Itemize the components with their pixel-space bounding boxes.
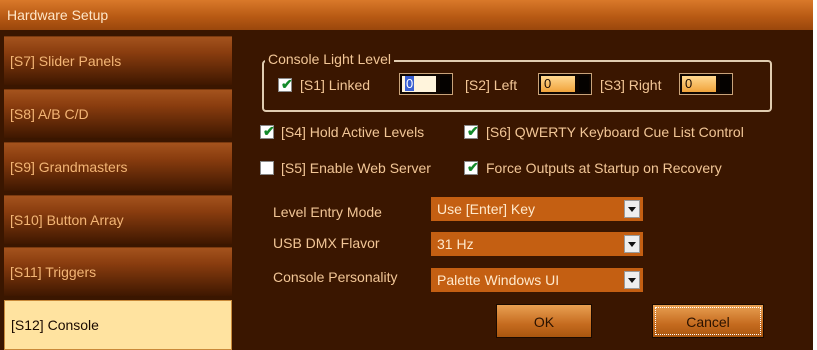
spinner-handle-icon[interactable]: [440, 76, 450, 92]
linked-label: [S1] Linked: [300, 77, 371, 93]
chevron-down-icon[interactable]: [624, 271, 640, 289]
level-entry-mode-select[interactable]: Use [Enter] Key: [430, 196, 644, 222]
qwerty-cue-list-checkbox[interactable]: ✔: [464, 123, 479, 139]
linked-level-spinner[interactable]: 0: [399, 73, 453, 95]
console-personality-label: Console Personality: [273, 269, 398, 285]
web-server-checkbox[interactable]: [260, 161, 274, 175]
force-outputs-checkbox[interactable]: ✔: [464, 159, 479, 175]
spinner-handle-icon[interactable]: [720, 76, 730, 92]
spinner-handle-icon[interactable]: [579, 76, 589, 92]
level-entry-mode-value: Use [Enter] Key: [437, 201, 536, 217]
left-level-spinner[interactable]: 0: [538, 73, 592, 95]
linked-checkbox[interactable]: ✔: [278, 76, 293, 92]
linked-level-value[interactable]: 0: [402, 76, 436, 92]
tab-console[interactable]: [S12] Console: [4, 300, 232, 350]
qwerty-cue-list-label: [S6] QWERTY Keyboard Cue List Control: [486, 124, 744, 140]
sidebar: [S7] Slider Panels [S8] A/B C/D [S9] Gra…: [0, 34, 232, 350]
console-personality-select[interactable]: Palette Windows UI: [430, 267, 644, 293]
right-label: [S3] Right: [600, 77, 662, 93]
force-outputs-label: Force Outputs at Startup on Recovery: [486, 160, 722, 176]
checkmark-icon: ✔: [467, 159, 479, 175]
level-entry-mode-label: Level Entry Mode: [273, 204, 382, 220]
tab-triggers[interactable]: [S11] Triggers: [4, 247, 232, 296]
tab-grandmasters[interactable]: [S9] Grandmasters: [4, 142, 232, 191]
tab-slider-panels[interactable]: [S7] Slider Panels: [4, 36, 232, 85]
web-server-label: [S5] Enable Web Server: [281, 160, 431, 176]
chevron-down-icon[interactable]: [624, 200, 640, 218]
tab-ab-cd[interactable]: [S8] A/B C/D: [4, 89, 232, 138]
hold-active-levels-label: [S4] Hold Active Levels: [281, 124, 425, 140]
ok-button[interactable]: OK: [496, 304, 592, 338]
tab-button-array[interactable]: [S10] Button Array: [4, 195, 232, 244]
light-level-legend: Console Light Level: [265, 51, 394, 67]
checkmark-icon: ✔: [281, 76, 293, 92]
right-level-value[interactable]: 0: [682, 76, 716, 92]
hardware-setup-window: Hardware Setup [S7] Slider Panels [S8] A…: [0, 0, 813, 350]
left-label: [S2] Left: [465, 77, 518, 93]
window-title: Hardware Setup: [0, 0, 813, 30]
hold-active-levels-checkbox[interactable]: ✔: [260, 123, 275, 139]
checkmark-icon: ✔: [467, 123, 479, 139]
right-level-spinner[interactable]: 0: [679, 73, 733, 95]
left-level-value[interactable]: 0: [541, 76, 575, 92]
usb-dmx-flavor-label: USB DMX Flavor: [273, 235, 380, 251]
cancel-button[interactable]: Cancel: [652, 304, 764, 338]
console-settings-panel: Console Light Level ✔ [S1] Linked 0 [S2]…: [236, 34, 813, 350]
usb-dmx-flavor-select[interactable]: 31 Hz: [430, 231, 644, 257]
chevron-down-icon[interactable]: [624, 235, 640, 253]
usb-dmx-flavor-value: 31 Hz: [437, 236, 474, 252]
checkmark-icon: ✔: [263, 123, 275, 139]
console-personality-value: Palette Windows UI: [437, 272, 560, 288]
